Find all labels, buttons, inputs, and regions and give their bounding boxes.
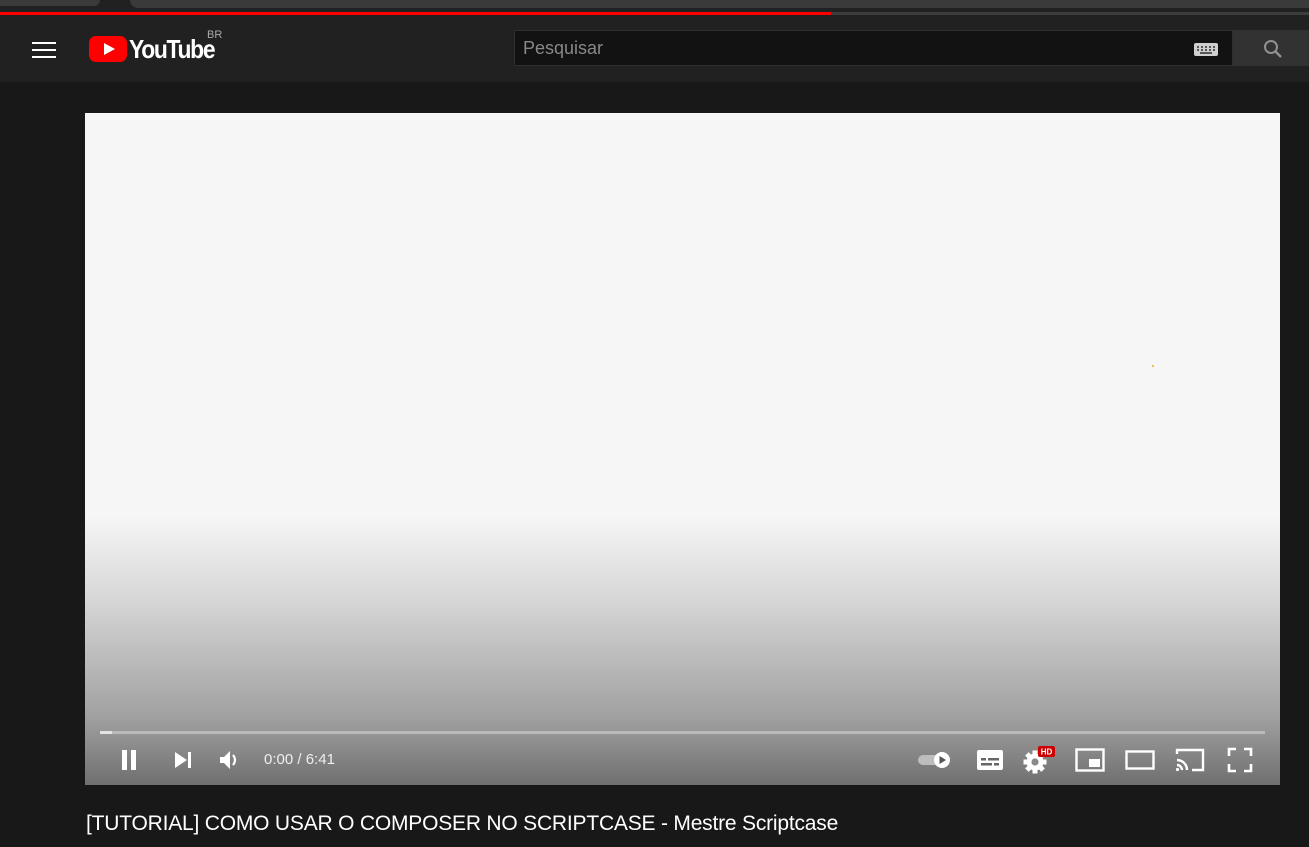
video-title: [TUTORIAL] COMO USAR O COMPOSER NO SCRIP… xyxy=(86,812,839,835)
page-load-progress xyxy=(0,12,1309,15)
seek-bar-buffered xyxy=(100,731,112,734)
seek-bar[interactable] xyxy=(100,731,1265,734)
fullscreen-icon xyxy=(1227,747,1253,773)
autoplay-toggle-icon xyxy=(918,752,950,768)
settings-button[interactable]: HD xyxy=(1023,743,1057,777)
video-player[interactable]: 0:00 / 6:41 HD xyxy=(85,113,1280,785)
fullscreen-button[interactable] xyxy=(1223,743,1257,777)
search-box xyxy=(514,30,1233,66)
hd-badge-text: HD xyxy=(1041,748,1053,757)
next-button[interactable] xyxy=(168,743,198,777)
logo-text: YouTube xyxy=(129,33,216,64)
volume-icon xyxy=(220,751,237,769)
next-icon xyxy=(175,752,191,768)
time-separator: / xyxy=(293,751,306,768)
video-speck xyxy=(1152,365,1154,367)
country-code: BR xyxy=(207,29,223,41)
miniplayer-button[interactable] xyxy=(1073,743,1107,777)
search-icon xyxy=(1264,40,1282,58)
masthead: YouTube BR xyxy=(0,16,1309,82)
search-input[interactable] xyxy=(515,31,1175,65)
miniplayer-icon xyxy=(1075,748,1105,772)
subtitles-button[interactable] xyxy=(973,743,1007,777)
subtitles-icon xyxy=(977,750,1003,770)
autoplay-toggle[interactable] xyxy=(915,743,955,777)
cast-button[interactable] xyxy=(1173,743,1207,777)
pause-button[interactable] xyxy=(114,743,144,777)
youtube-logo-icon xyxy=(89,36,127,62)
pause-icon xyxy=(122,750,136,770)
volume-button[interactable] xyxy=(214,743,244,777)
browser-tab-edge xyxy=(0,0,100,6)
theater-icon xyxy=(1125,750,1155,770)
browser-tab-edge xyxy=(130,0,1309,8)
settings-icon: HD xyxy=(1023,746,1055,774)
cast-icon xyxy=(1175,748,1205,772)
menu-icon[interactable] xyxy=(28,34,60,66)
keyboard-icon[interactable] xyxy=(1194,43,1218,56)
search-button[interactable] xyxy=(1233,30,1309,66)
top-strip xyxy=(0,0,1309,16)
page-load-progress-fill xyxy=(0,12,832,15)
youtube-logo[interactable]: YouTube xyxy=(89,33,226,64)
time-display: 0:00 / 6:41 xyxy=(264,751,335,768)
time-total: 6:41 xyxy=(305,751,335,768)
theater-mode-button[interactable] xyxy=(1123,743,1157,777)
time-current: 0:00 xyxy=(264,751,294,768)
